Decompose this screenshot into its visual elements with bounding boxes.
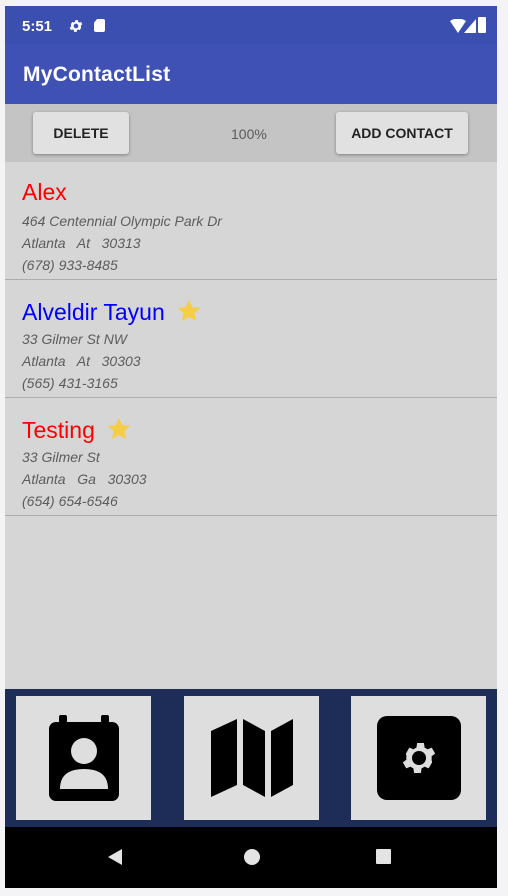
contact-item[interactable]: Testing 33 Gilmer St Atlanta Ga 30303 (6… [5,398,497,516]
contacts-icon [48,715,119,801]
battery-icon [478,17,486,33]
home-icon[interactable] [244,849,260,865]
contact-name: Testing [22,416,133,442]
bottom-nav [5,689,497,827]
settings-icon [376,716,461,800]
contact-list: Alex 464 Centennial Olympic Park Dr Atla… [5,162,497,516]
zoom-level: 100% [231,126,267,142]
contact-street: 464 Centennial Olympic Park Dr [22,213,222,229]
contact-phone: (565) 431-3165 [22,375,118,391]
contact-city: Atlanta At 30313 [22,235,141,251]
star-icon [107,417,131,440]
contact-item[interactable]: Alex 464 Centennial Olympic Park Dr Atla… [5,162,497,280]
system-nav-bar [5,827,497,888]
contact-name: Alex [22,179,67,205]
settings-status-icon [69,20,83,32]
add-contact-button[interactable]: ADD CONTACT [336,112,468,154]
contacts-nav-button[interactable] [16,696,151,820]
contact-item[interactable]: Alveldir Tayun 33 Gilmer St NW Atlanta A… [5,280,497,398]
status-bar: 5:51 [5,6,497,44]
map-nav-button[interactable] [184,696,319,820]
contact-street: 33 Gilmer St NW [22,331,128,347]
settings-nav-button[interactable] [351,696,486,820]
star-icon [177,299,201,322]
contact-city: Atlanta Ga 30303 [22,471,147,487]
map-icon [210,719,293,797]
toolbar: DELETE 100% ADD CONTACT [5,104,497,162]
contact-city: Atlanta At 30303 [22,353,141,369]
back-icon[interactable] [107,849,123,865]
app-title: MyContactList [23,63,171,86]
status-time: 5:51 [22,18,53,35]
contact-name: Alveldir Tayun [22,298,203,324]
sd-card-icon [94,19,105,32]
contact-phone: (654) 654-6546 [22,493,118,509]
phone-screen: 5:51 MyContactList DELETE 100% ADD CONTA… [5,6,497,888]
contact-street: 33 Gilmer St [22,449,100,465]
contact-phone: (678) 933-8485 [22,257,118,273]
signal-icon [464,19,476,33]
app-bar: MyContactList [5,44,497,104]
delete-button[interactable]: DELETE [33,112,129,154]
recents-icon[interactable] [376,849,391,864]
